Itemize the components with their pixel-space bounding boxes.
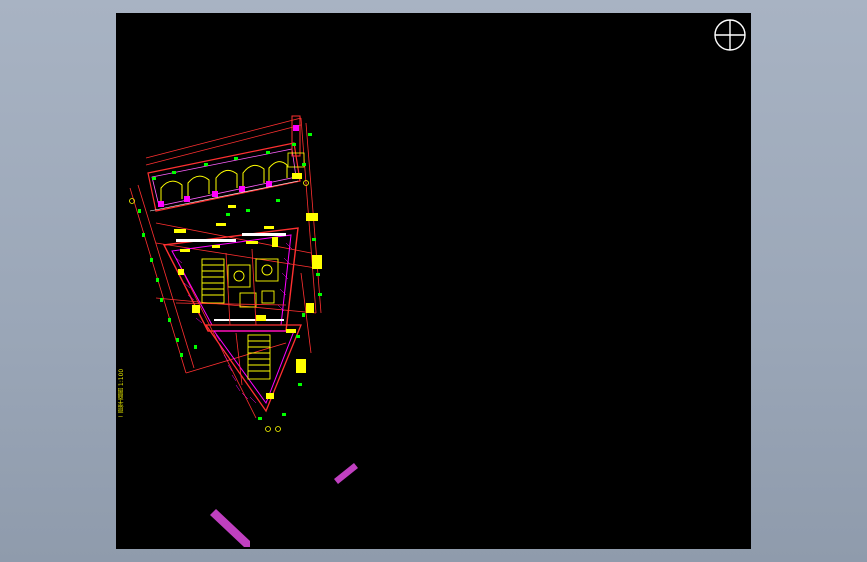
floor-plan-canvas[interactable] — [116, 13, 751, 549]
compass-icon[interactable] — [713, 18, 747, 52]
main-building-body — [162, 227, 302, 413]
dimension-lines — [129, 117, 322, 419]
grid-bubbles — [129, 180, 309, 432]
drawing-title-vertical: 二层平面图 1:100 — [118, 368, 125, 418]
cad-drawing-area[interactable]: 二层平面图 1:100 — [116, 13, 751, 549]
stray-geometry — [210, 463, 358, 547]
